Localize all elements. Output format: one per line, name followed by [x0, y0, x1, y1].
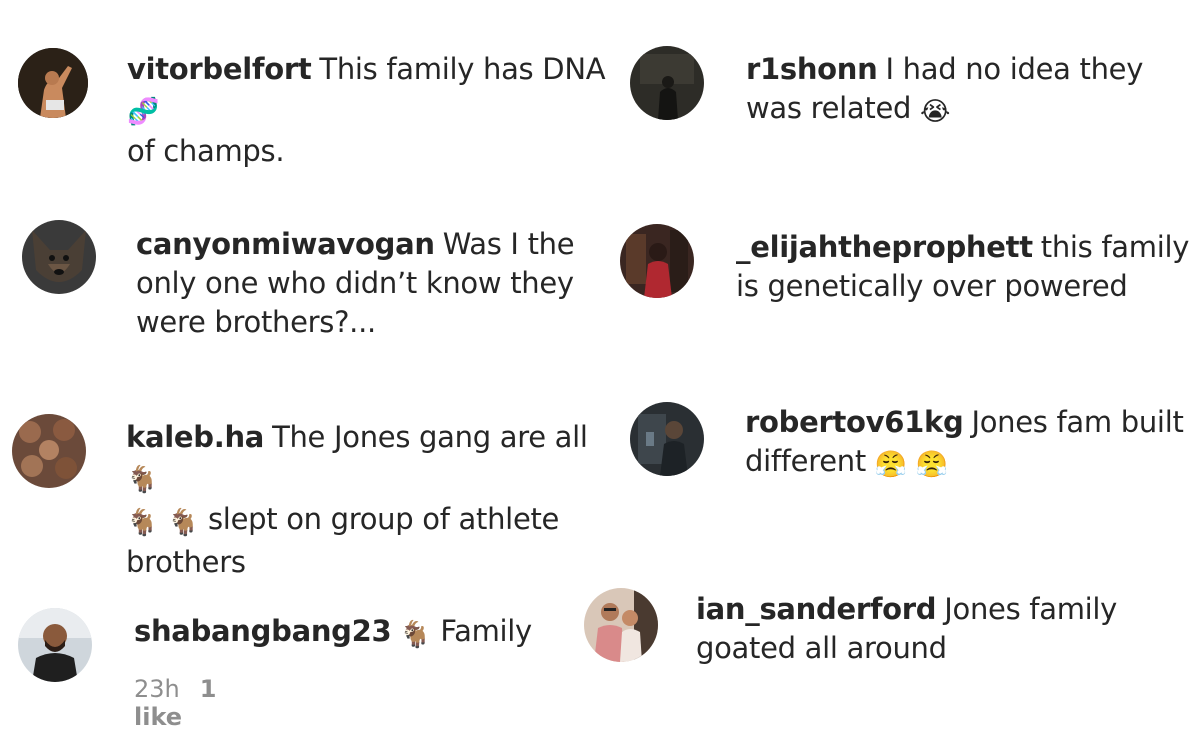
username[interactable]: kaleb.ha — [126, 420, 264, 454]
comment-text: Family — [440, 614, 532, 648]
dna-emoji: 🧬 — [127, 97, 160, 127]
username[interactable]: shabangbang23 — [134, 614, 392, 648]
avatar-person-red-icon[interactable] — [620, 224, 694, 298]
avatar-couple-icon[interactable] — [584, 588, 658, 662]
username[interactable]: robertov61kg — [745, 405, 964, 439]
goat-emoji: 🐐 — [399, 620, 432, 650]
avatar-collage-icon[interactable] — [12, 414, 86, 488]
username[interactable]: ian_sanderford — [696, 592, 937, 626]
username[interactable]: vitorbelfort — [127, 52, 312, 86]
avatar-mirror-selfie-icon[interactable] — [630, 402, 704, 476]
avatar-bearded-man-icon[interactable] — [18, 608, 92, 682]
comment-text: This family has DNA — [319, 52, 606, 86]
face-with-steam-emoji: 😤 — [915, 450, 948, 480]
username[interactable]: _elijahtheprophett — [736, 230, 1033, 264]
face-with-steam-emoji: 😤 — [874, 450, 907, 480]
comment-text: The Jones gang are all — [272, 420, 588, 454]
username[interactable]: r1shonn — [746, 52, 878, 86]
comment-text-continued: of champs. — [127, 134, 285, 168]
goat-emoji: 🐐 — [167, 508, 200, 538]
avatar-fighter-icon[interactable] — [18, 48, 88, 118]
crying-emoji: 😭 — [920, 97, 951, 127]
username[interactable]: canyonmiwavogan — [136, 227, 435, 261]
avatar-dog-icon[interactable] — [22, 220, 96, 294]
avatar-dark-room-icon[interactable] — [630, 46, 704, 120]
goat-emoji: 🐐 — [126, 508, 159, 538]
goat-emoji: 🐐 — [126, 465, 159, 495]
timestamp: 23h — [134, 675, 180, 703]
